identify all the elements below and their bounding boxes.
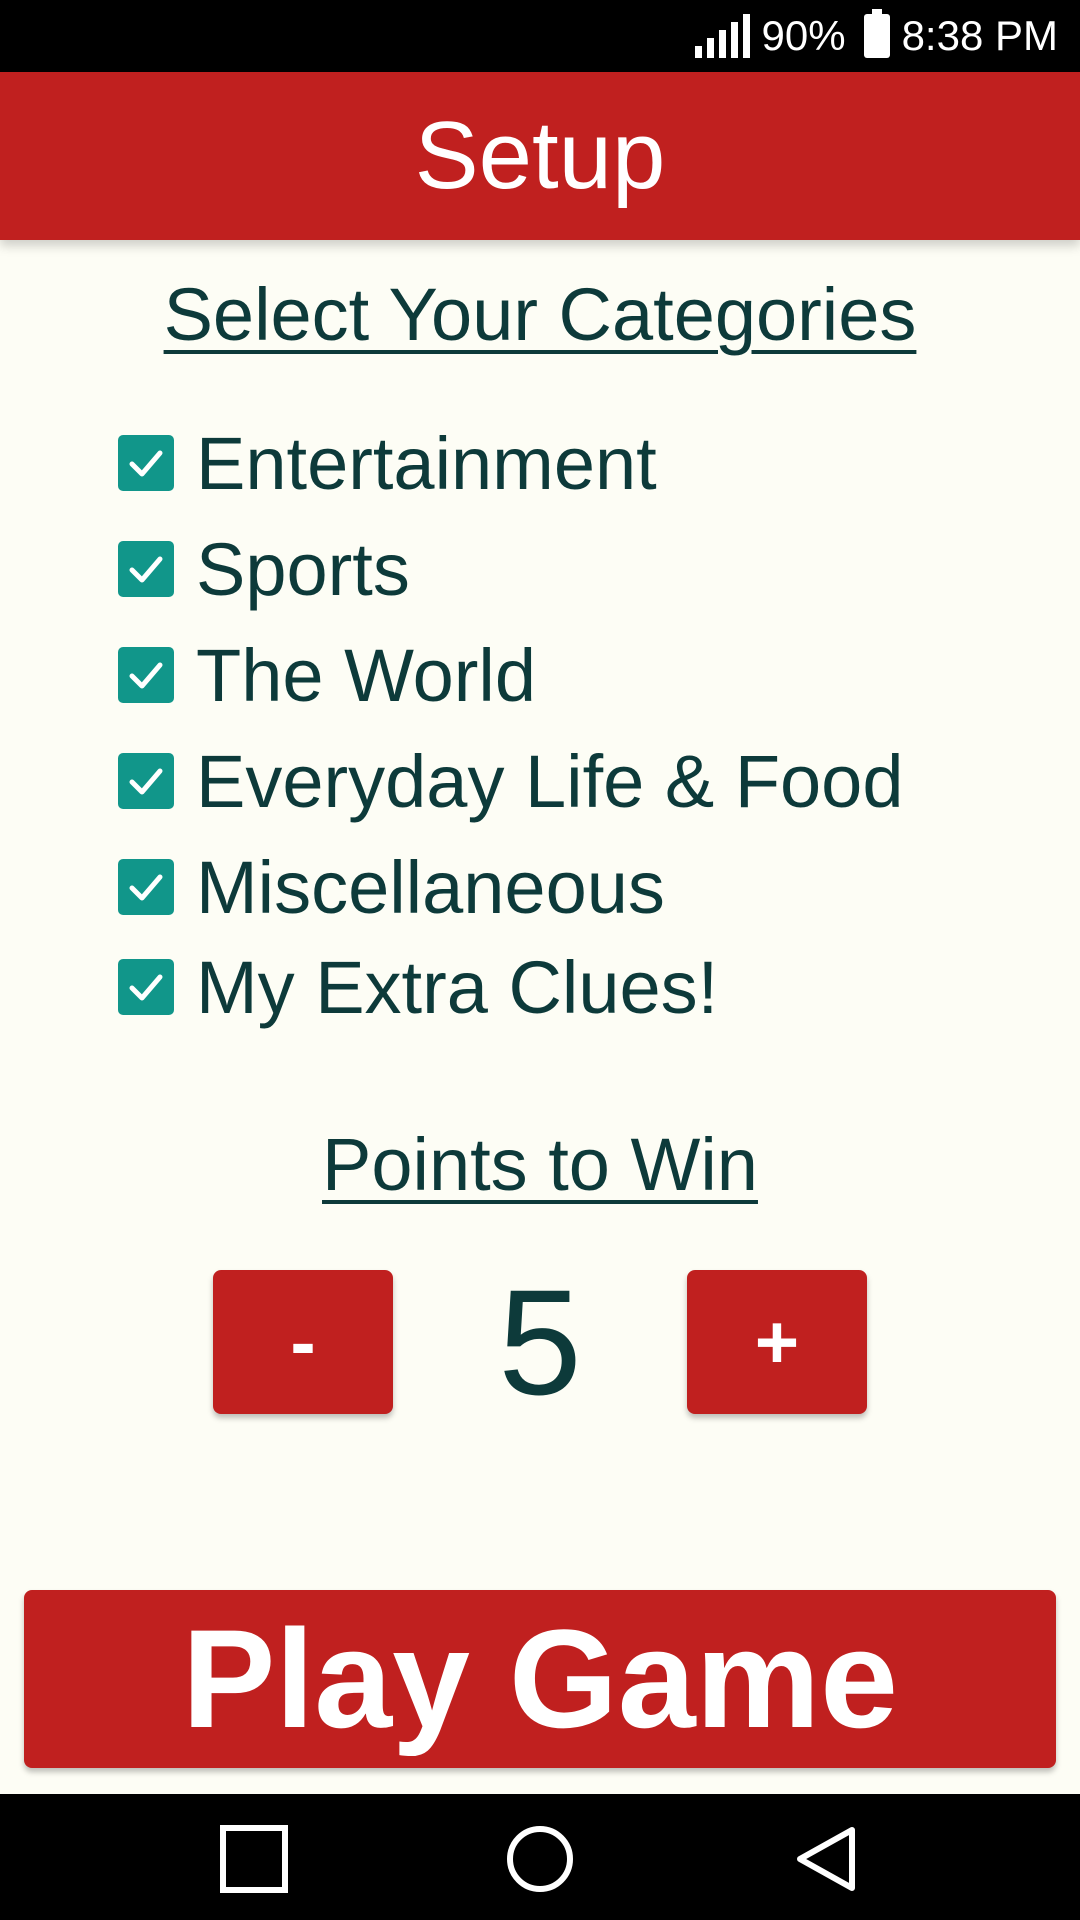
- check-icon: [129, 768, 163, 795]
- category-label: Miscellaneous: [196, 845, 665, 929]
- battery-percent: 90%: [761, 12, 846, 59]
- navigation-bar: [0, 1794, 1080, 1920]
- play-game-button[interactable]: Play Game: [24, 1590, 1056, 1768]
- category-item-everyday-life-food[interactable]: Everyday Life & Food: [118, 736, 903, 826]
- square-icon: [220, 1825, 288, 1893]
- back-button[interactable]: [782, 1814, 872, 1904]
- checkbox-my-extra-clues[interactable]: [118, 959, 174, 1015]
- increase-points-button[interactable]: +: [687, 1270, 867, 1414]
- category-label: Everyday Life & Food: [196, 739, 904, 823]
- category-item-sports[interactable]: Sports: [118, 524, 410, 614]
- page-title: Setup: [414, 102, 666, 209]
- clock: 8:38 PM: [901, 12, 1058, 59]
- status-bar: 90% 8:38 PM: [0, 0, 1080, 72]
- setup-screen: 90% 8:38 PM Setup Select Your Categories…: [0, 0, 1080, 1920]
- category-label: Sports: [196, 527, 410, 611]
- check-icon: [129, 450, 163, 477]
- category-item-my-extra-clues[interactable]: My Extra Clues!: [118, 942, 718, 1032]
- category-label: My Extra Clues!: [196, 945, 719, 1029]
- category-item-entertainment[interactable]: Entertainment: [118, 418, 657, 508]
- checkbox-everyday-life-food[interactable]: [118, 753, 174, 809]
- check-icon: [129, 556, 163, 583]
- points-heading: Points to Win: [322, 1123, 758, 1206]
- checkbox-entertainment[interactable]: [118, 435, 174, 491]
- categories-heading: Select Your Categories: [163, 273, 917, 356]
- checkbox-sports[interactable]: [118, 541, 174, 597]
- decrease-points-button[interactable]: -: [213, 1270, 393, 1414]
- points-value: 5: [498, 1258, 582, 1426]
- category-label: The World: [196, 633, 536, 717]
- check-icon: [129, 874, 163, 901]
- recents-button[interactable]: [209, 1814, 299, 1904]
- app-bar: Setup: [0, 72, 1080, 240]
- check-icon: [129, 662, 163, 689]
- triangle-back-icon: [797, 1827, 855, 1891]
- signal-icon: [694, 14, 750, 58]
- checkbox-miscellaneous[interactable]: [118, 859, 174, 915]
- check-icon: [129, 974, 163, 1001]
- checkbox-the-world[interactable]: [118, 647, 174, 703]
- category-item-the-world[interactable]: The World: [118, 630, 536, 720]
- category-item-miscellaneous[interactable]: Miscellaneous: [118, 842, 665, 932]
- home-button[interactable]: [495, 1814, 585, 1904]
- category-label: Entertainment: [196, 421, 657, 505]
- circle-icon: [507, 1826, 573, 1892]
- battery-icon: [863, 9, 890, 58]
